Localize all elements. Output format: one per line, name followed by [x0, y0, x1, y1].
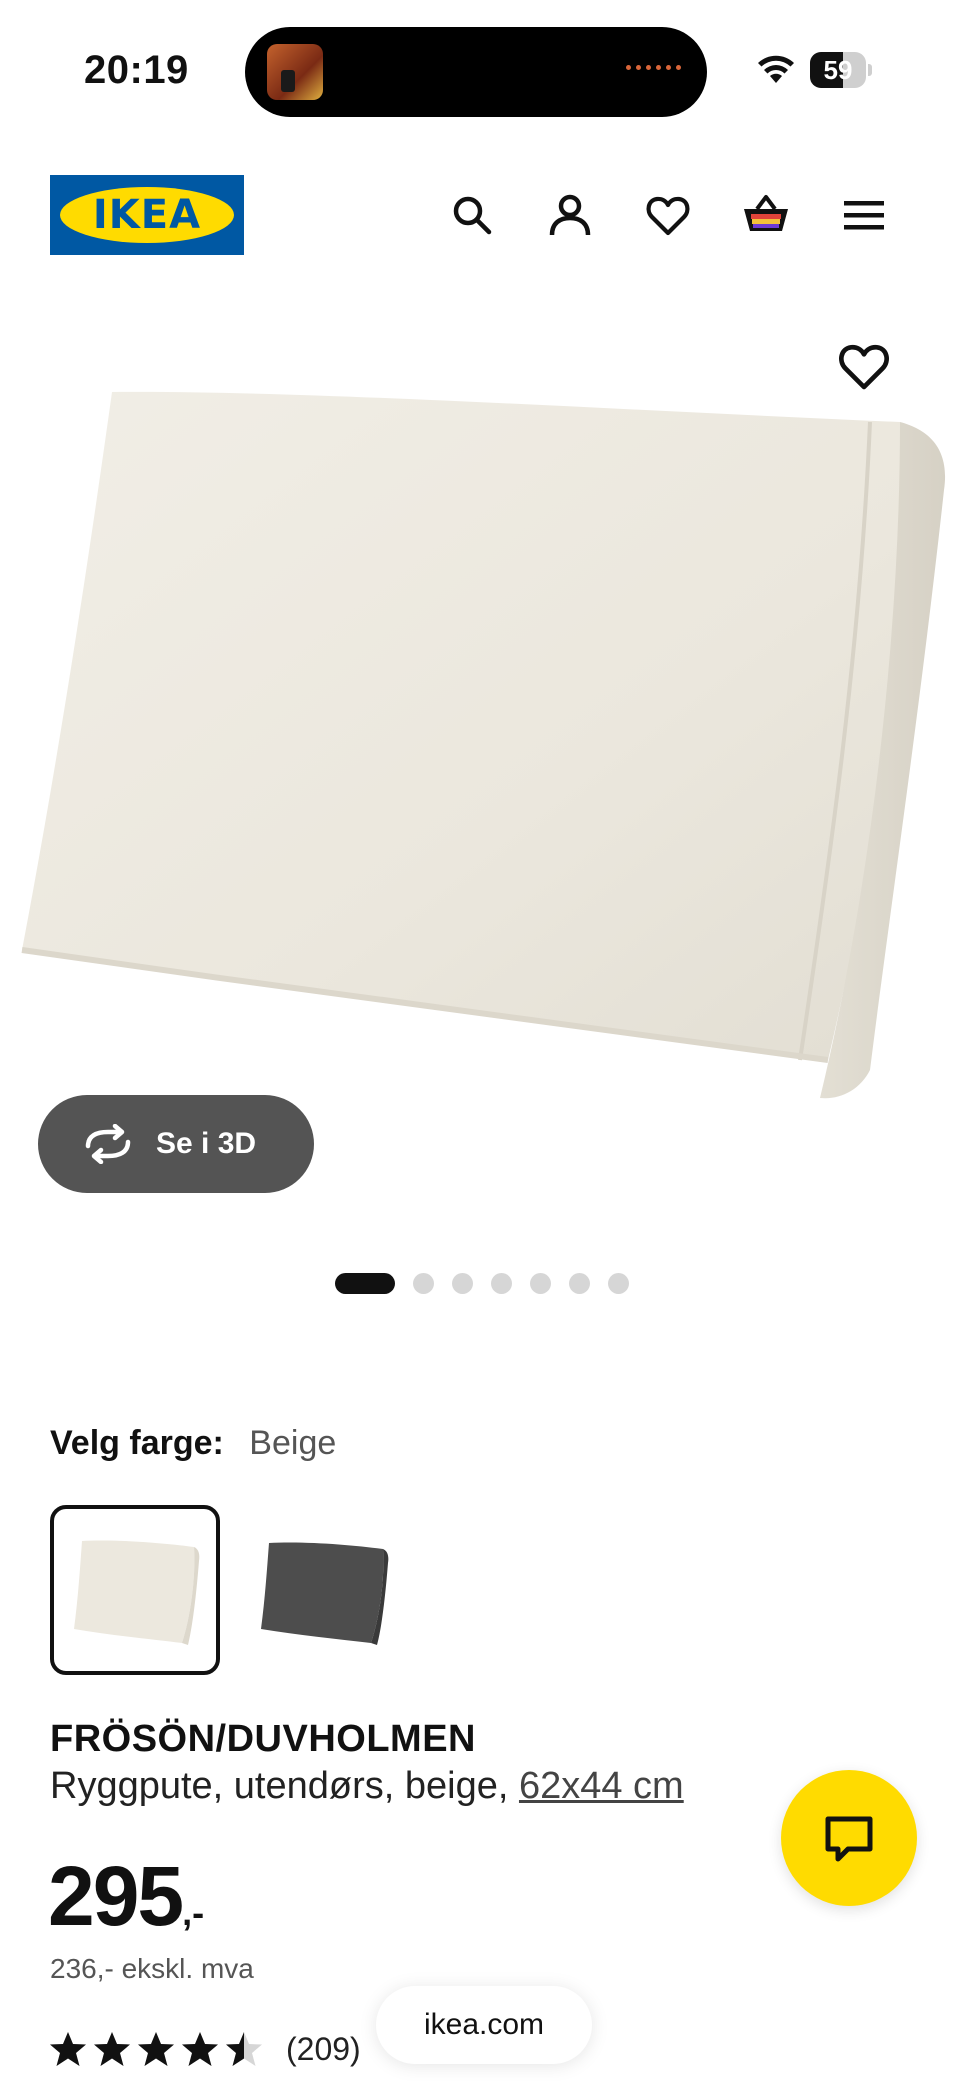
product-price: 295,- — [48, 1848, 204, 1945]
star-icon — [226, 2032, 262, 2066]
color-swatch-beige[interactable] — [50, 1505, 220, 1675]
battery-icon: 59 — [810, 52, 872, 88]
dynamic-island — [245, 27, 707, 117]
carousel-dot[interactable] — [335, 1272, 395, 1294]
ikea-logo[interactable]: IKEA — [50, 175, 244, 255]
price-integer: 295 — [48, 1849, 184, 1943]
search-icon[interactable] — [448, 191, 496, 239]
logo-text: IKEA — [92, 192, 202, 238]
product-rating[interactable]: (209) — [48, 2030, 361, 2068]
chat-button[interactable] — [781, 1770, 917, 1906]
dark-cushion-thumbnail — [261, 1542, 389, 1645]
star-icon — [138, 2032, 174, 2066]
carousel-dot[interactable] — [569, 1272, 590, 1294]
carousel-dot[interactable] — [413, 1272, 434, 1294]
chat-bubble-icon — [825, 1816, 873, 1862]
audio-activity-indicator — [626, 65, 681, 70]
cushion-image — [21, 391, 946, 1099]
price-excluding-vat: 236,- ekskl. mva — [50, 1953, 254, 1984]
status-bar: 20:19 59 — [0, 0, 960, 140]
carousel-dot[interactable] — [491, 1272, 512, 1294]
add-to-favorites-icon[interactable] — [836, 338, 892, 394]
color-selector-heading: Velg farge: Beige — [50, 1424, 336, 1463]
battery-level: 59 — [823, 55, 853, 85]
see-in-3d-label: Se i 3D — [156, 1127, 257, 1160]
product-image-gallery[interactable] — [0, 290, 960, 1230]
site-header: IKEA — [0, 165, 960, 265]
beige-cushion-thumbnail — [74, 1540, 200, 1645]
carousel-dot[interactable] — [608, 1272, 629, 1294]
browser-url-bar[interactable]: ikea.com — [376, 1986, 592, 2064]
favorites-heart-icon[interactable] — [644, 191, 692, 239]
carousel-dot[interactable] — [530, 1272, 551, 1294]
wifi-icon — [758, 55, 794, 83]
rotate-3d-icon — [85, 1124, 131, 1164]
star-icon — [182, 2032, 218, 2066]
carousel-pagination[interactable] — [335, 1272, 629, 1294]
price-suffix: ,- — [182, 1892, 205, 1933]
product-description-text: Ryggpute, utendørs, beige, — [50, 1765, 509, 1807]
product-description: Ryggpute, utendørs, beige, 62x44 cm — [50, 1765, 684, 1808]
color-swatch-dark-grey[interactable] — [245, 1505, 415, 1675]
color-selected-value: Beige — [249, 1424, 337, 1462]
now-playing-thumbnail — [267, 44, 323, 100]
star-icon — [50, 2032, 86, 2066]
star-icon — [94, 2032, 130, 2066]
status-time: 20:19 — [84, 48, 189, 92]
color-label: Velg farge: — [50, 1424, 224, 1462]
menu-icon[interactable] — [840, 191, 888, 239]
carousel-dot[interactable] — [452, 1272, 473, 1294]
see-in-3d-button[interactable]: Se i 3D — [38, 1095, 314, 1193]
cart-icon[interactable] — [742, 191, 790, 239]
rating-stars — [48, 2030, 264, 2068]
rating-count: (209) — [286, 2030, 361, 2067]
account-icon[interactable] — [546, 191, 594, 239]
product-size-link[interactable]: 62x44 cm — [519, 1765, 684, 1807]
product-name: FRÖSÖN/DUVHOLMEN — [50, 1718, 476, 1760]
